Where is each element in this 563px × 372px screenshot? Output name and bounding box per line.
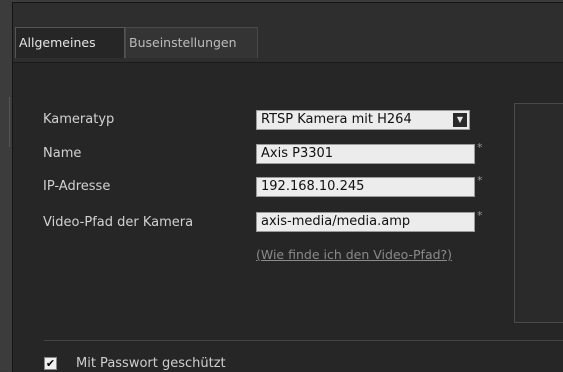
ip-address-field[interactable]: 192.168.10.245: [256, 177, 475, 197]
camera-type-value: RTSP Kamera mit H264: [261, 112, 412, 127]
name-required-marker: *: [477, 141, 483, 154]
tab-allgemeines[interactable]: Allgemeines: [15, 27, 125, 58]
panel-edge-notch: [9, 97, 14, 147]
video-path-field[interactable]: axis-media/media.amp: [256, 212, 475, 232]
camera-type-label: Kameratyp: [43, 112, 115, 127]
video-path-label: Video-Pfad der Kamera: [43, 215, 194, 230]
chevron-down-icon[interactable]: ▼: [453, 113, 467, 127]
name-label: Name: [43, 146, 82, 161]
password-protected-label: Mit Passwort geschützt: [76, 356, 226, 371]
check-icon: ✔: [45, 357, 56, 370]
video-path-help-link[interactable]: (Wie finde ich den Video-Pfad?): [256, 247, 452, 262]
camera-preview-box: [514, 103, 563, 323]
name-field[interactable]: Axis P3301: [256, 144, 475, 164]
section-divider: [44, 340, 563, 341]
ip-address-required-marker: *: [477, 174, 483, 187]
camera-type-select[interactable]: RTSP Kamera mit H264 ▼: [256, 110, 470, 130]
video-path-required-marker: *: [477, 209, 483, 222]
ip-address-label: IP-Adresse: [43, 179, 111, 194]
tab-buseinstellungen[interactable]: Buseinstellungen: [125, 27, 258, 58]
password-protected-checkbox[interactable]: ✔: [44, 357, 57, 370]
